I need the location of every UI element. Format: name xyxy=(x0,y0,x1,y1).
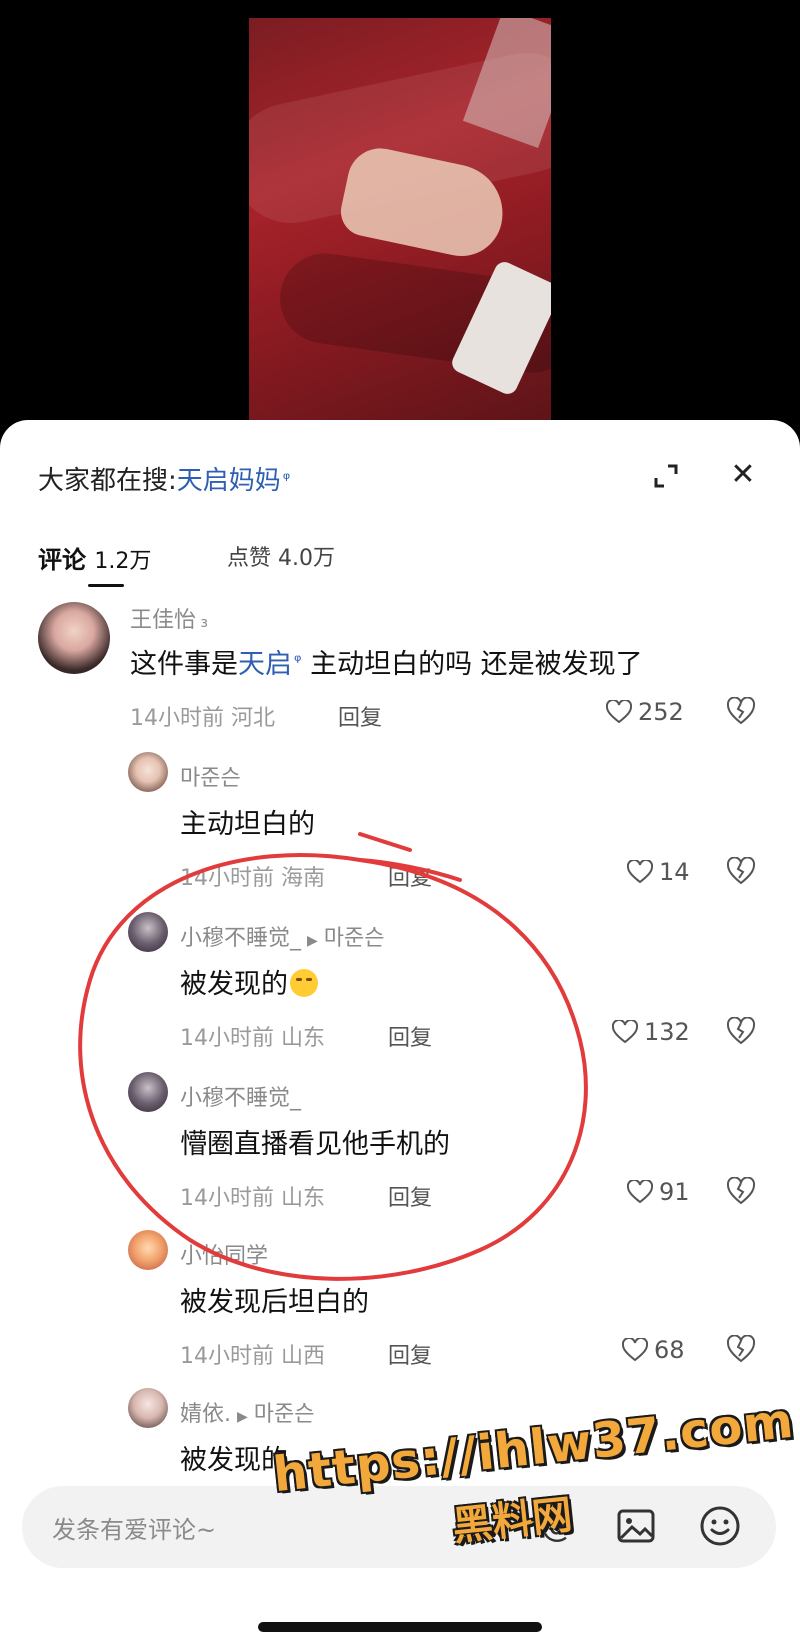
avatar[interactable] xyxy=(128,1388,168,1428)
video-thumbnail[interactable] xyxy=(249,18,551,423)
avatar[interactable] xyxy=(128,1230,168,1270)
tab-likes[interactable]: 点赞 4.0万 xyxy=(227,540,335,572)
comment-username[interactable]: 王佳怡 ɜ xyxy=(130,602,208,634)
comment-meta: 14小时前 山东 xyxy=(180,1026,326,1051)
broken-heart-icon[interactable] xyxy=(726,1017,756,1045)
avatar[interactable] xyxy=(128,1072,168,1112)
comment-username[interactable]: 마준슨 xyxy=(180,760,241,792)
comment-text: 被发现后坦白的 xyxy=(180,1287,369,1318)
broken-heart-icon[interactable] xyxy=(726,857,756,885)
reply-button[interactable]: 回复 xyxy=(338,700,382,732)
expand-icon[interactable] xyxy=(652,462,680,490)
search-keyword[interactable]: 天启妈妈 xyxy=(177,466,281,496)
search-suggestion[interactable]: 大家都在搜:天启妈妈 ᵠ xyxy=(38,460,290,497)
avatar[interactable] xyxy=(128,752,168,792)
like-button[interactable]: 14 xyxy=(627,858,690,886)
search-prefix: 大家都在搜: xyxy=(38,466,177,496)
comment-meta: 14小时前 山西 xyxy=(180,1344,326,1369)
image-icon[interactable] xyxy=(616,1506,656,1546)
heart-icon xyxy=(612,1020,638,1044)
comment-username[interactable]: 小怡同学 xyxy=(180,1238,268,1270)
crying-laughing-emoji-icon xyxy=(290,969,318,997)
heart-icon xyxy=(622,1338,648,1362)
tab-likes-count: 4.0万 xyxy=(278,546,336,571)
comment-username[interactable]: 小穆不睡觉_ ▶ 마준슨 xyxy=(180,920,385,952)
tab-comments[interactable]: 评论 1.2万 xyxy=(38,540,151,575)
reply-arrow-icon: ▶ xyxy=(307,933,318,949)
like-button[interactable]: 68 xyxy=(622,1336,685,1364)
heart-icon xyxy=(627,1180,653,1204)
tab-comments-count: 1.2万 xyxy=(94,549,152,574)
comment-meta: 14小时前 海南 xyxy=(180,866,326,891)
comment-text: 懵圈直播看见他手机的 xyxy=(180,1129,450,1160)
home-indicator[interactable] xyxy=(258,1622,542,1632)
comment-text: 这件事是天启 ᵠ 主动坦白的吗 还是被发现了 xyxy=(130,649,643,680)
avatar[interactable] xyxy=(38,602,110,674)
comment-keyword-link[interactable]: 天启 xyxy=(238,649,292,680)
comment-input-bar[interactable]: 发条有爱评论~ @ xyxy=(22,1486,776,1568)
like-button[interactable]: 91 xyxy=(627,1178,690,1206)
comment-text: 被发现的 xyxy=(180,962,318,1001)
broken-heart-icon[interactable] xyxy=(726,1177,756,1205)
comment-username[interactable]: 小穆不睡觉_ xyxy=(180,1080,301,1112)
broken-heart-icon[interactable] xyxy=(726,697,756,725)
reply-arrow-icon: ▶ xyxy=(237,1409,248,1425)
broken-heart-icon[interactable] xyxy=(726,1335,756,1363)
comment-input-placeholder[interactable]: 发条有爱评论~ xyxy=(52,1510,216,1545)
heart-icon xyxy=(627,860,653,884)
reply-button[interactable]: 回复 xyxy=(388,860,432,892)
avatar[interactable] xyxy=(128,912,168,952)
reply-button[interactable]: 回复 xyxy=(388,1338,432,1370)
comment-meta: 14小时前 山东 xyxy=(180,1186,326,1211)
video-area[interactable] xyxy=(0,0,800,440)
emoji-icon[interactable] xyxy=(698,1504,742,1548)
reply-button[interactable]: 回复 xyxy=(388,1180,432,1212)
tab-active-indicator xyxy=(88,584,124,587)
reply-button[interactable]: 回复 xyxy=(388,1020,432,1052)
tab-likes-label: 点赞 xyxy=(227,546,272,571)
comment-text: 主动坦白的 xyxy=(180,809,315,840)
search-icon: ᵠ xyxy=(282,469,291,490)
heart-icon xyxy=(606,700,632,724)
like-button[interactable]: 252 xyxy=(606,698,684,726)
comment-username[interactable]: 婧依. ▶ 마준슨 xyxy=(180,1396,315,1428)
like-button[interactable]: 132 xyxy=(612,1018,690,1046)
tab-comments-label: 评论 xyxy=(38,546,86,574)
close-icon[interactable]: ✕ xyxy=(728,460,758,490)
search-icon: ᵠ xyxy=(294,651,302,672)
comment-meta: 14小时前 河北 xyxy=(130,706,276,731)
